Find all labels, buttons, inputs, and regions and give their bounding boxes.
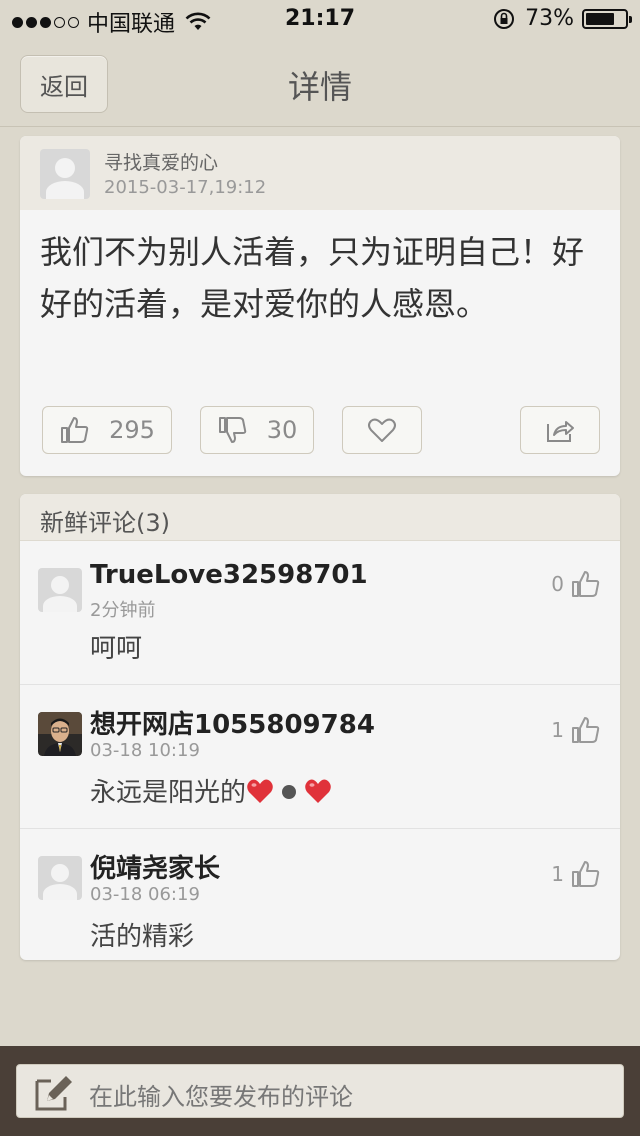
comment-like-button[interactable]: 1 bbox=[551, 858, 602, 890]
status-right: 73% bbox=[493, 6, 632, 31]
comment-time: 2分钟前 bbox=[90, 600, 156, 621]
share-icon bbox=[547, 421, 574, 442]
comment-avatar-photo[interactable] bbox=[38, 712, 82, 756]
page-title: 详情 bbox=[287, 68, 352, 106]
comments-card: 新鲜评论(3) TrueLove32598701 2分钟前 呵呵 0 想开网店1… bbox=[20, 494, 620, 960]
favorite-button[interactable] bbox=[342, 406, 422, 454]
thumbs-up-icon bbox=[572, 717, 600, 743]
comment-input[interactable]: 在此输入您要发布的评论 bbox=[16, 1064, 624, 1118]
post-author-name[interactable]: 寻找真爱的心 bbox=[104, 148, 218, 175]
post-timestamp: 2015-03-17,19:12 bbox=[104, 177, 267, 198]
heart-emoji-icon bbox=[247, 779, 273, 803]
status-bar: 中国联通 21:17 73% bbox=[0, 0, 640, 40]
comments-title: 新鲜评论(3) bbox=[40, 509, 170, 537]
battery-percent: 73% bbox=[525, 6, 574, 31]
comment-like-count: 1 bbox=[551, 862, 564, 886]
comment-item: TrueLove32598701 2分钟前 呵呵 0 bbox=[20, 540, 620, 685]
like-button[interactable]: 295 bbox=[42, 406, 172, 454]
comment-avatar[interactable] bbox=[38, 568, 82, 612]
dislike-count: 30 bbox=[266, 416, 298, 444]
pencil-icon bbox=[35, 1076, 72, 1111]
thumbs-up-icon bbox=[572, 571, 600, 597]
dislike-button[interactable]: 30 bbox=[200, 406, 314, 454]
nav-bar: 返回 详情 bbox=[0, 40, 640, 127]
share-button[interactable] bbox=[520, 406, 600, 454]
comment-author[interactable]: 倪靖尧家长 bbox=[90, 848, 220, 885]
comment-like-button[interactable]: 0 bbox=[551, 568, 602, 600]
thumbs-up-icon bbox=[61, 417, 89, 443]
comment-text: 呵呵 bbox=[90, 634, 143, 664]
comment-item: 想开网店1055809784 03-18 10:19 永远是阳光的 1 bbox=[20, 684, 620, 829]
comment-like-count: 1 bbox=[551, 718, 564, 742]
heart-icon bbox=[368, 418, 396, 442]
post-author-avatar[interactable] bbox=[40, 149, 90, 199]
comment-item: 倪靖尧家长 03-18 06:19 活的精彩 1 bbox=[20, 828, 620, 960]
dot-separator bbox=[282, 785, 297, 799]
post-content: 我们不为别人活着，只为证明自己！好好的活着，是对爱你的人感恩。 bbox=[40, 233, 585, 323]
comment-input-bar: 在此输入您要发布的评论 bbox=[0, 1046, 640, 1136]
comment-time: 03-18 10:19 bbox=[90, 740, 200, 761]
lock-rotation-icon bbox=[494, 8, 515, 29]
post-header: 寻找真爱的心 2015-03-17,19:12 bbox=[20, 136, 620, 210]
heart-emoji-icon bbox=[305, 779, 331, 803]
comment-text-container: 永远是阳光的 bbox=[90, 772, 332, 809]
post-card: 寻找真爱的心 2015-03-17,19:12 我们不为别人活着，只为证明自己！… bbox=[20, 136, 620, 476]
comment-time: 03-18 06:19 bbox=[90, 884, 200, 905]
comment-author[interactable]: 想开网店1055809784 bbox=[90, 704, 375, 741]
comment-like-count: 0 bbox=[551, 572, 564, 596]
comments-header: 新鲜评论(3) bbox=[20, 494, 620, 541]
comment-text: 活的精彩 bbox=[90, 922, 195, 952]
thumbs-down-icon bbox=[218, 417, 246, 443]
like-count: 295 bbox=[109, 416, 155, 444]
comment-input-placeholder: 在此输入您要发布的评论 bbox=[89, 1083, 353, 1111]
battery-icon bbox=[582, 8, 632, 29]
comment-text: 永远是阳光的 bbox=[90, 778, 247, 808]
thumbs-up-icon bbox=[572, 861, 600, 887]
comment-avatar[interactable] bbox=[38, 856, 82, 900]
comment-like-button[interactable]: 1 bbox=[551, 714, 602, 746]
comment-author[interactable]: TrueLove32598701 bbox=[90, 560, 368, 590]
